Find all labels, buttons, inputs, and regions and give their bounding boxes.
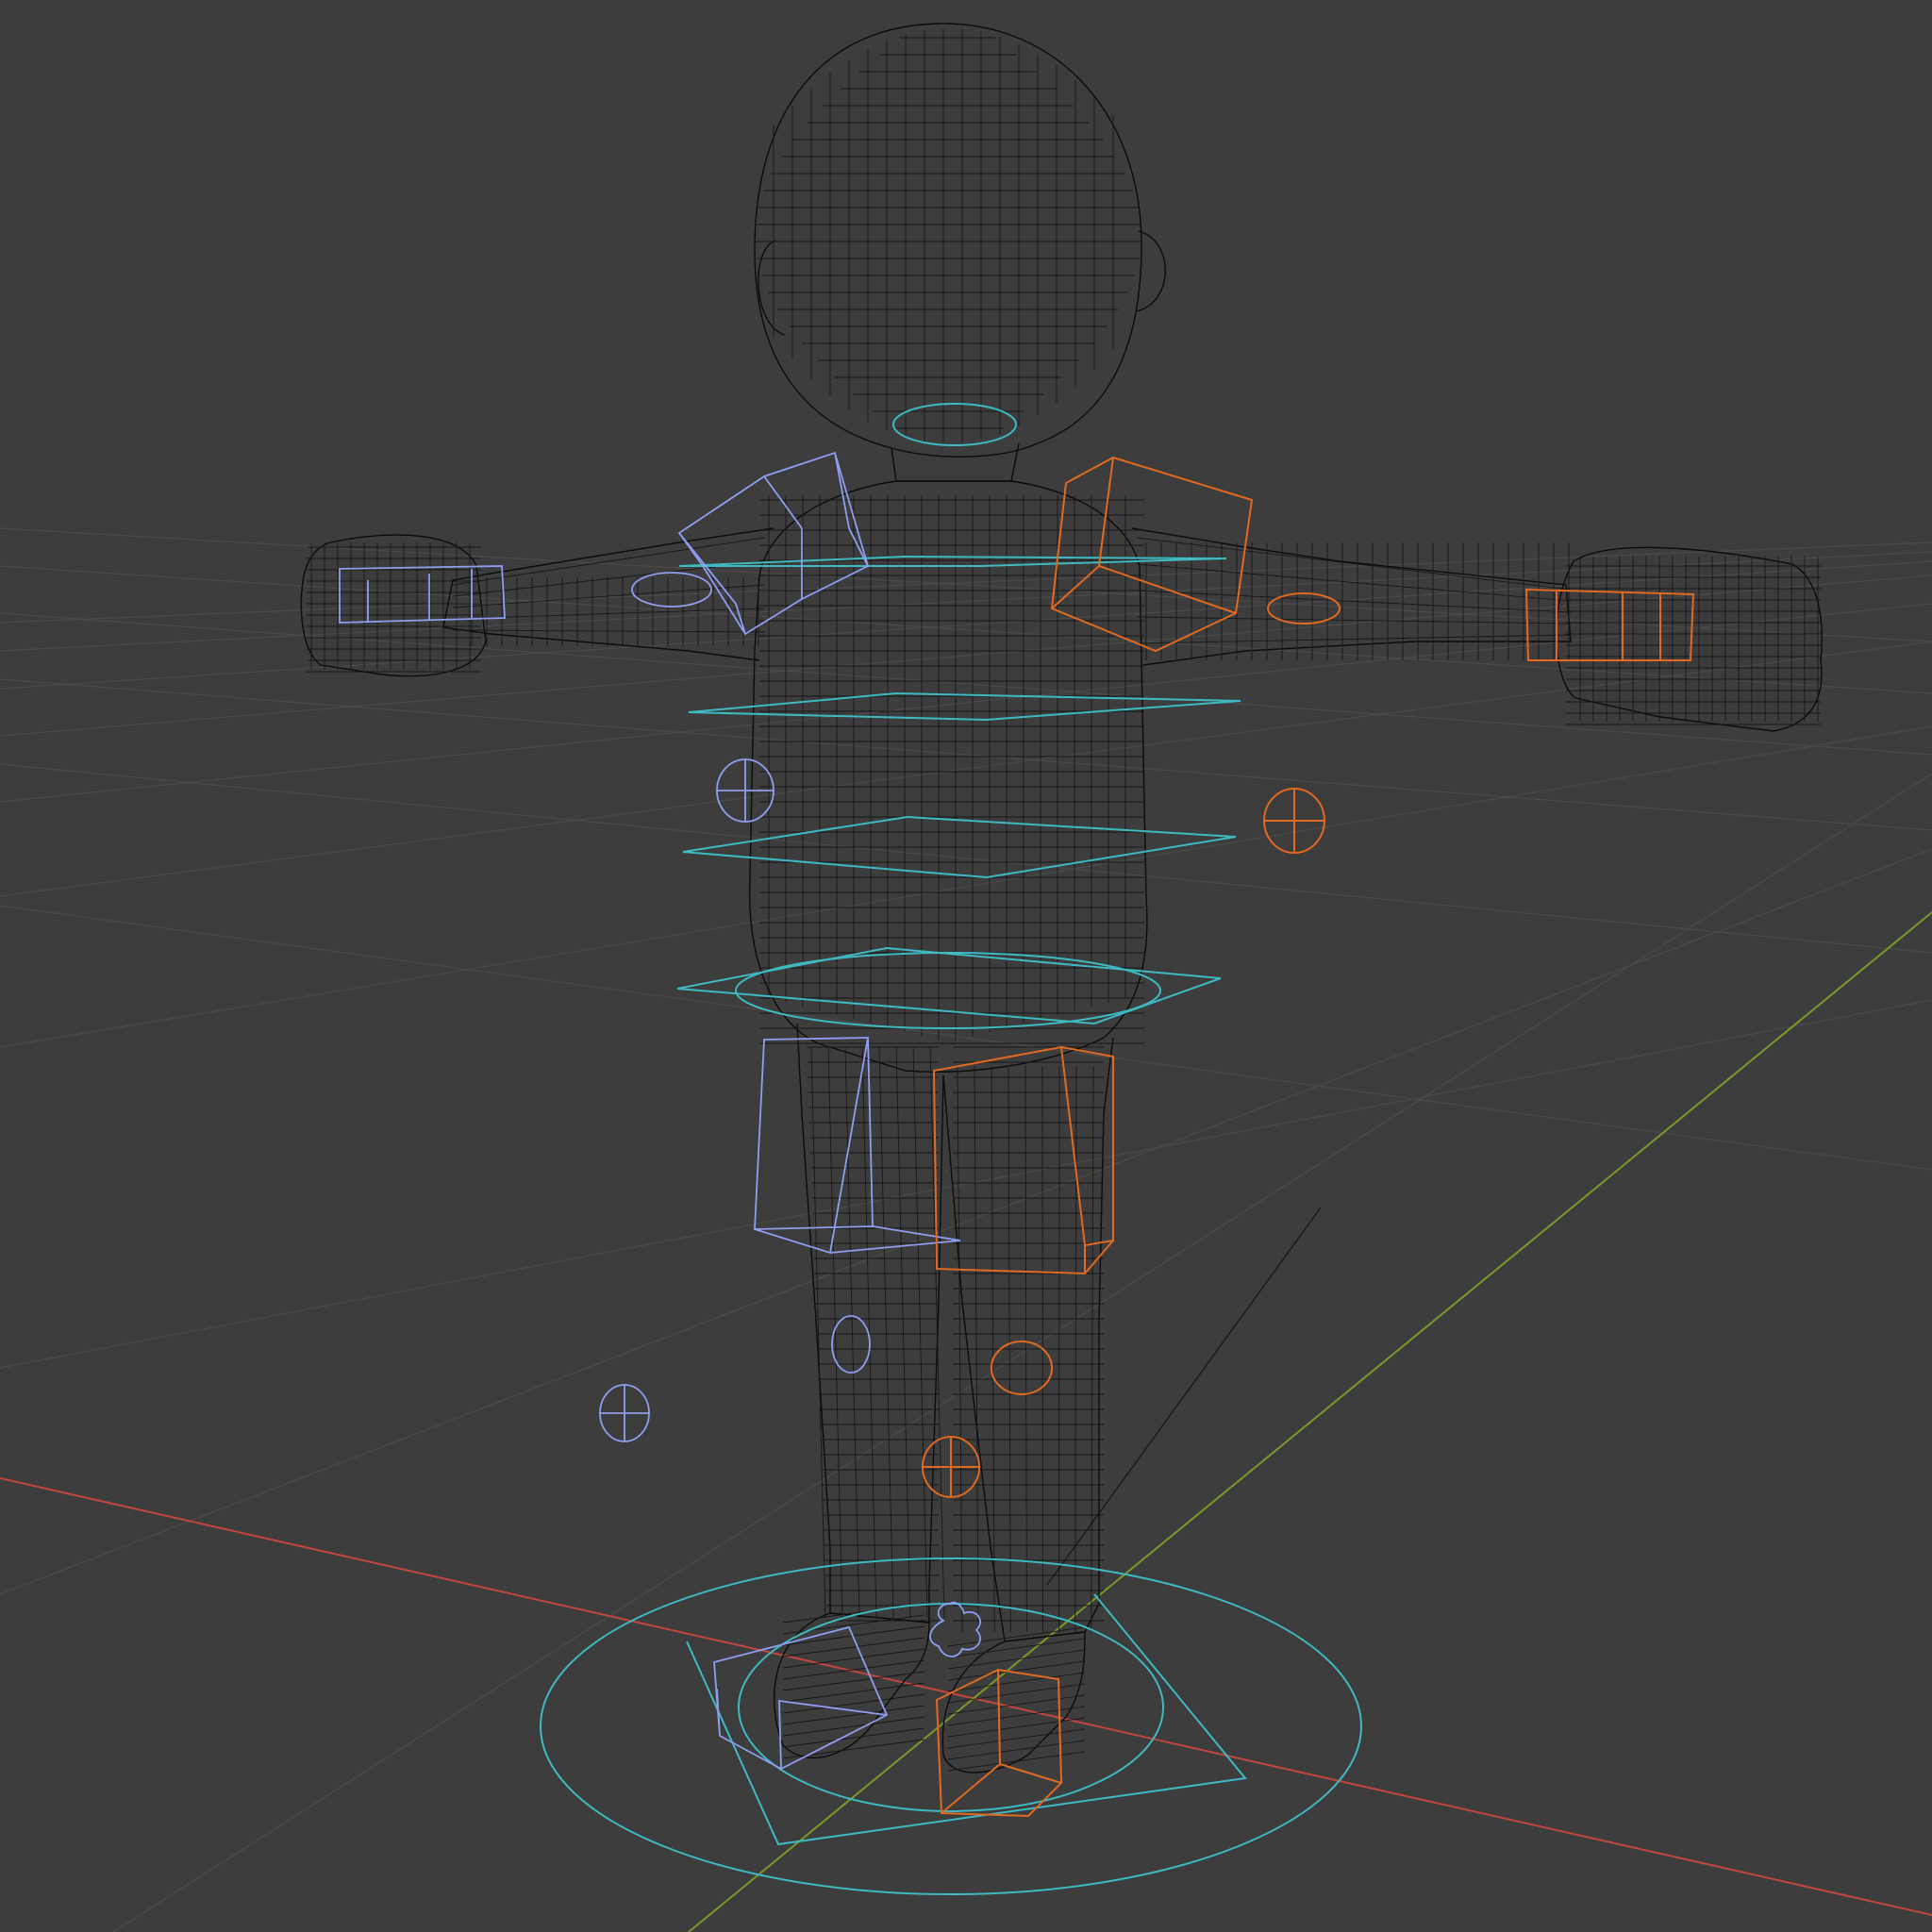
- wire-line: [861, 1046, 877, 1619]
- wire-line: [810, 1046, 826, 1619]
- wire-line: [895, 1046, 911, 1619]
- wire-line: [782, 1671, 925, 1691]
- wire-line: [947, 1683, 1086, 1704]
- right-fist-mesh: [1556, 546, 1823, 732]
- wire-line: [912, 1046, 928, 1619]
- wire-line: [947, 1706, 1086, 1726]
- floor-grid: [0, 527, 1932, 1932]
- center-controls[interactable]: [540, 403, 1362, 1895]
- chest-plane[interactable]: [688, 691, 1241, 722]
- wire-line: [782, 1614, 925, 1635]
- wire-line: [782, 1659, 925, 1680]
- wire-line: [827, 1046, 843, 1619]
- wire-line: [782, 1648, 925, 1669]
- x-axis-line: [0, 1477, 1932, 1916]
- 3d-viewport[interactable]: [0, 0, 1932, 1932]
- right-foot-cube[interactable]: [935, 1668, 1063, 1818]
- scene-canvas[interactable]: [0, 0, 1932, 1932]
- left-fist-mesh: [300, 534, 487, 677]
- y-axis-line: [688, 911, 1932, 1932]
- left-side-controls[interactable]: [339, 451, 981, 1771]
- wire-line: [947, 1649, 1086, 1670]
- wire-line: [1136, 616, 1572, 625]
- wire-line: [782, 1637, 925, 1657]
- right-wrist-ring[interactable]: [1267, 592, 1341, 625]
- root-control-inner[interactable]: [738, 1603, 1164, 1812]
- wire-line: [452, 629, 765, 633]
- right-thigh-cube[interactable]: [932, 1045, 1114, 1275]
- wire-line: [947, 1638, 1086, 1658]
- wire-line: [947, 1728, 1086, 1749]
- neck-mesh: [891, 442, 1020, 482]
- wire-line: [947, 1672, 1086, 1692]
- hips-plane[interactable]: [676, 946, 1222, 1025]
- wire-line: [452, 537, 765, 586]
- wire-line: [947, 1626, 1086, 1647]
- wire-line: [947, 1717, 1086, 1738]
- wire-line: [947, 1740, 1086, 1760]
- wire-line: [782, 1705, 925, 1725]
- wire-line: [782, 1625, 925, 1646]
- neck-ring[interactable]: [892, 403, 1017, 446]
- wire-line: [1136, 563, 1572, 602]
- heel-roll-control[interactable]: [929, 1601, 981, 1657]
- wire-line: [844, 1046, 860, 1619]
- wire-line: [782, 1682, 925, 1703]
- left-thigh-cube[interactable]: [754, 1037, 961, 1254]
- character-mesh[interactable]: [300, 23, 1823, 1774]
- rig-relation-line: [1046, 1207, 1322, 1586]
- root-control-outer[interactable]: [540, 1557, 1362, 1895]
- wire-line: [782, 1716, 925, 1737]
- right-leg-mesh: [942, 1037, 1114, 1642]
- wire-line: [878, 1046, 894, 1619]
- mesh-wireframe-lines: [307, 28, 1821, 1772]
- wire-line: [947, 1751, 1086, 1772]
